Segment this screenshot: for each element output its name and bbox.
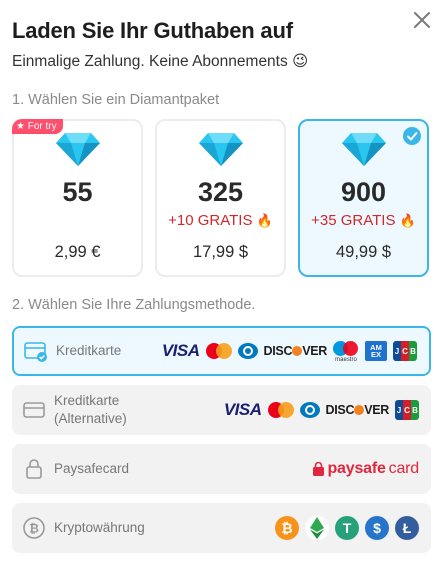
package-price: 17,99 $ <box>192 243 249 261</box>
card-logos: VISA DISC VER JCB <box>224 400 419 420</box>
close-icon[interactable] <box>410 8 434 32</box>
lock-icon <box>26 459 42 479</box>
bitcoin-icon: ₿ <box>23 517 45 539</box>
package-bonus: +10 GRATIS 🔥 <box>168 212 273 229</box>
usd-coin-logo: $ <box>365 516 389 540</box>
crypto-logos: ₿ T $ Ł <box>275 516 419 540</box>
payment-method-crypto[interactable]: ₿ Kryptowährung ₿ T $ Ł <box>12 503 431 553</box>
package-card-900[interactable]: 900 +35 GRATIS 🔥 49,99 $ <box>298 119 429 277</box>
discover-logo: DISC VER <box>325 403 390 417</box>
amex-logo: AM EX <box>365 341 387 361</box>
fire-icon: 🔥 <box>399 213 416 228</box>
diners-logo <box>237 343 258 359</box>
package-card-55[interactable]: ★ For try 55 2,99 € <box>12 119 143 277</box>
payment-method-label: Paysafecard <box>54 461 130 476</box>
paysafecard-lock-icon <box>313 462 325 476</box>
mastercard-logo <box>267 402 294 418</box>
diamond-packages: ★ For try 55 2,99 € 325 +10 GRATIS 🔥 17,… <box>12 119 431 277</box>
page-title: Laden Sie Ihr Guthaben auf <box>12 18 293 43</box>
maestro-logo: maestro <box>333 341 359 363</box>
payment-method-label: Kreditkarte (Alternative) <box>54 393 127 426</box>
payment-method-credit-card-alternative[interactable]: Kreditkarte (Alternative) VISA DISC VER JC… <box>12 385 431 435</box>
payment-method-credit-card[interactable]: Kreditkarte VISA DISC VER maestro AM EX J… <box>12 326 431 376</box>
page-subtitle: Einmalige Zahlung. Keine Abonnements 😉 <box>12 53 309 70</box>
diners-logo <box>299 402 320 418</box>
package-amount: 325 <box>197 177 244 207</box>
package-price: 49,99 $ <box>335 243 392 261</box>
checkmark-icon <box>403 127 421 145</box>
diamond-icon <box>55 133 100 166</box>
visa-logo: VISA <box>223 400 262 419</box>
step-1-label: 1. Wählen Sie ein Diamantpaket <box>12 92 220 108</box>
bitcoin-logo: ₿ <box>275 516 299 540</box>
fire-icon: 🔥 <box>256 213 273 228</box>
package-amount: 900 <box>340 177 387 207</box>
payment-method-label: Kreditkarte <box>56 343 122 358</box>
paysafecard-logo: paysafe card <box>313 460 419 478</box>
mastercard-logo <box>205 343 232 359</box>
diamond-icon <box>198 133 243 166</box>
payment-method-paysafecard[interactable]: Paysafecard paysafe card <box>12 444 431 494</box>
diamond-icon <box>341 133 386 166</box>
litecoin-logo: Ł <box>395 516 419 540</box>
package-bonus: +35 GRATIS 🔥 <box>311 212 416 229</box>
package-amount: 55 <box>62 177 93 207</box>
jcb-logo: JCB <box>395 400 419 420</box>
payment-method-label: Kryptowährung <box>54 520 145 535</box>
ethereum-logo <box>305 516 329 540</box>
credit-card-check-icon <box>24 342 47 362</box>
jcb-logo: JCB <box>393 341 417 361</box>
svg-text:₿: ₿ <box>29 522 39 536</box>
card-logos: VISA DISC VER maestro AM EX JCB <box>161 341 417 363</box>
package-price: 2,99 € <box>54 243 101 261</box>
visa-logo: VISA <box>161 341 200 360</box>
step-2-label: 2. Wählen Sie Ihre Zahlungsmethode. <box>12 297 256 313</box>
credit-card-icon <box>23 402 45 418</box>
package-card-325[interactable]: 325 +10 GRATIS 🔥 17,99 $ <box>155 119 286 277</box>
tether-logo: T <box>335 516 359 540</box>
discover-logo: DISC VER <box>263 344 328 358</box>
